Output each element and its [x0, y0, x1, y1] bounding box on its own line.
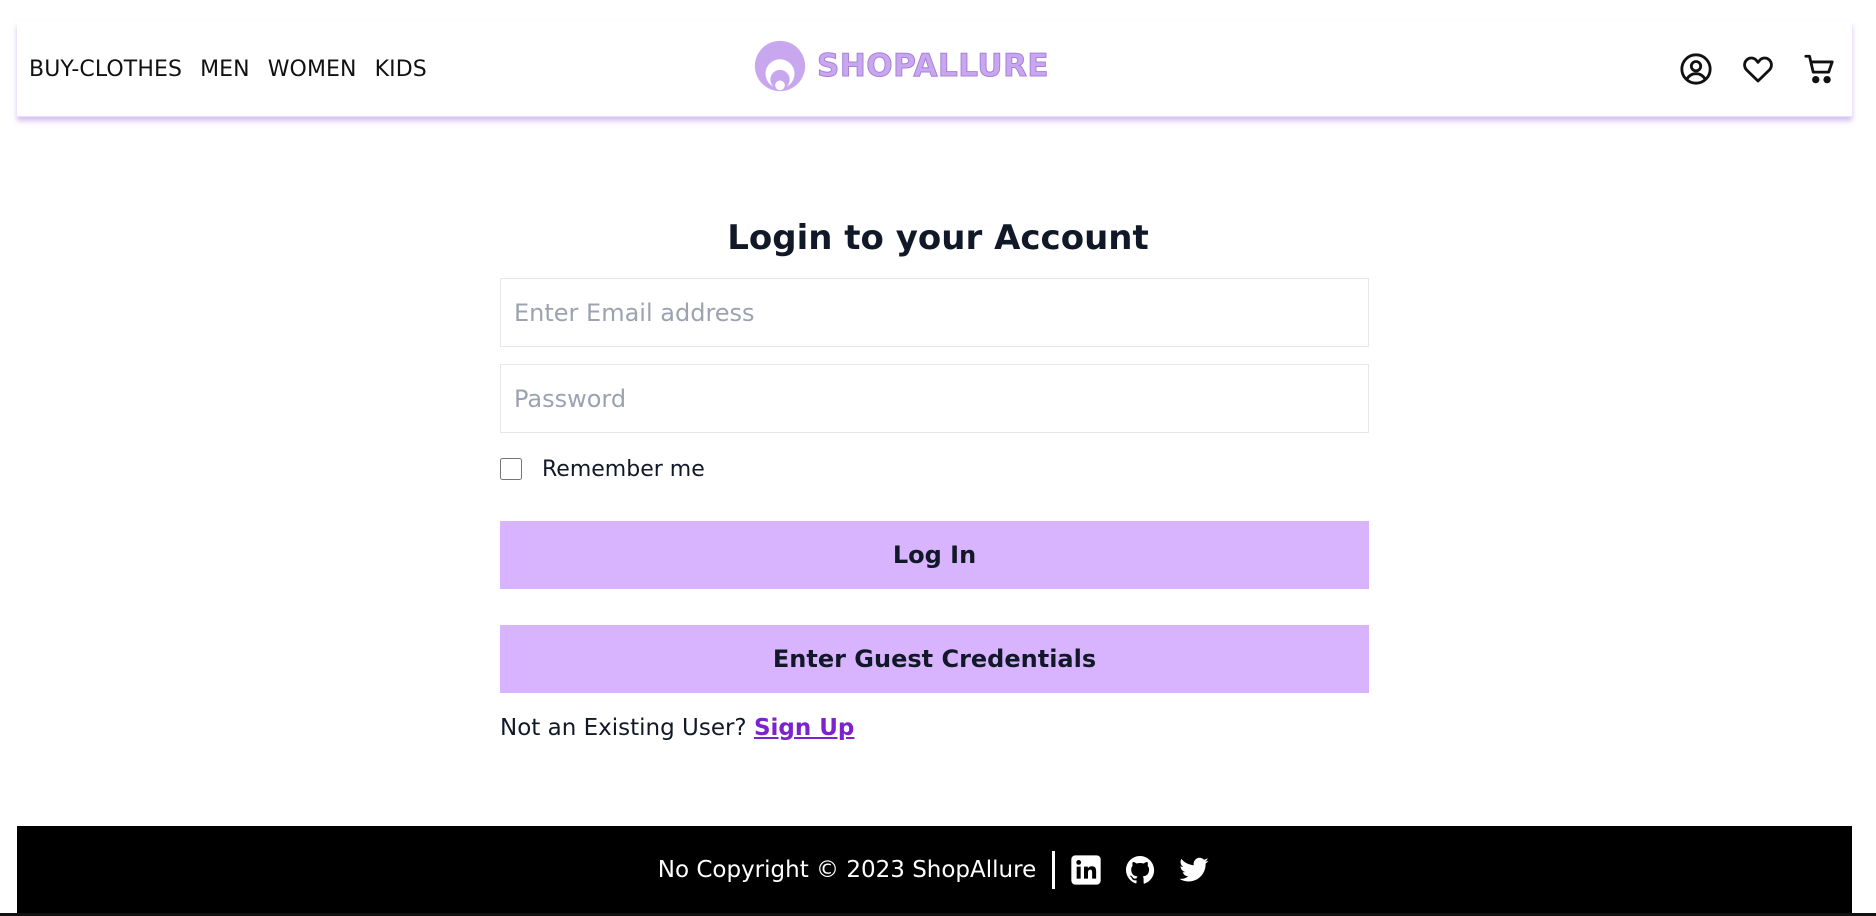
github-icon[interactable] — [1123, 853, 1157, 887]
nav-link-women[interactable]: WOMEN — [268, 57, 357, 82]
cart-icon[interactable] — [1802, 51, 1838, 87]
signup-prompt: Not an Existing User? — [500, 715, 747, 741]
footer: No Copyright © 2023 ShopAllure — [17, 826, 1852, 913]
nav-link-kids[interactable]: KIDS — [375, 57, 427, 82]
logo-mark-icon — [754, 40, 806, 92]
login-form: Remember me Log In Enter Guest Credentia… — [500, 278, 1369, 741]
remember-me-label: Remember me — [542, 456, 705, 482]
login-button[interactable]: Log In — [500, 521, 1369, 589]
guest-credentials-button[interactable]: Enter Guest Credentials — [500, 625, 1369, 693]
page-title: Login to your Account — [727, 217, 1149, 258]
signup-link[interactable]: Sign Up — [754, 715, 854, 741]
footer-social-icons — [1069, 853, 1211, 887]
heart-icon[interactable] — [1740, 51, 1776, 87]
footer-divider — [1052, 850, 1056, 889]
user-circle-icon[interactable] — [1678, 51, 1714, 87]
remember-me-checkbox[interactable] — [500, 458, 522, 480]
linkedin-icon[interactable] — [1069, 853, 1103, 887]
nav-links: BUY-CLOTHES MEN WOMEN KIDS — [29, 22, 427, 116]
navbar: BUY-CLOTHES MEN WOMEN KIDS SHOPALLURE — [17, 22, 1852, 117]
nav-icons — [1678, 22, 1838, 116]
password-field[interactable] — [500, 364, 1369, 433]
remember-me-row: Remember me — [500, 454, 1369, 484]
nav-link-men[interactable]: MEN — [200, 57, 250, 82]
brand-logo[interactable]: SHOPALLURE — [751, 36, 1049, 96]
email-field[interactable] — [500, 278, 1369, 347]
logo-text: SHOPALLURE — [816, 48, 1050, 85]
nav-link-buy-clothes[interactable]: BUY-CLOTHES — [29, 57, 182, 82]
footer-copyright: No Copyright © 2023 ShopAllure — [657, 856, 1037, 883]
signup-row: Not an Existing User? Sign Up — [500, 715, 1369, 741]
twitter-icon[interactable] — [1177, 853, 1211, 887]
